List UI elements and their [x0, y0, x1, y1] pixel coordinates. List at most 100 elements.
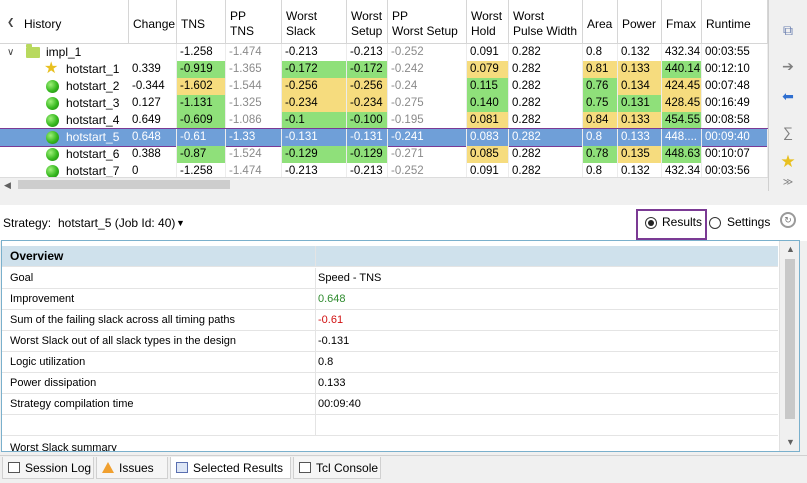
- arrow-left-icon[interactable]: ⬅: [777, 86, 799, 106]
- console-icon: [299, 462, 311, 473]
- column-header-worst-hold[interactable]: Worst Hold: [467, 0, 509, 44]
- history-row[interactable]: hotstart_2 -0.344 -1.602 -1.544 -0.256 -0.256…: [0, 78, 781, 95]
- cell-tns: -0.87: [177, 146, 226, 163]
- column-header-label: Slack: [286, 24, 316, 38]
- column-header-label: Runtime: [706, 17, 751, 31]
- cell-area: 0.78: [583, 146, 618, 163]
- tree-cell[interactable]: ★ hotstart_1: [0, 61, 129, 78]
- column-header-history[interactable]: History: [0, 0, 129, 44]
- overview-row: Logic utilization 0.8: [2, 352, 778, 373]
- cell-fmax: 440.14: [662, 61, 702, 78]
- scroll-up-icon[interactable]: ▲: [786, 242, 795, 256]
- column-header-tns[interactable]: TNS: [177, 0, 226, 44]
- scrollbar-thumb[interactable]: [18, 180, 230, 189]
- results-icon: [176, 462, 188, 473]
- cell-area: 0.81: [583, 61, 618, 78]
- tree-cell[interactable]: hotstart_7: [0, 163, 129, 177]
- settings-label[interactable]: Settings: [727, 215, 770, 229]
- chevron-left-icon[interactable]: ❮: [7, 17, 15, 28]
- scrollbar-thumb[interactable]: [785, 259, 795, 419]
- results-label[interactable]: Results: [662, 215, 702, 229]
- cell-fmax: 428.45: [662, 95, 702, 112]
- column-divider: [315, 394, 316, 415]
- expand-icon[interactable]: ≫: [777, 177, 799, 189]
- history-row[interactable]: hotstart_4 0.649 -0.609 -1.086 -0.1 -0.100 -0.…: [0, 112, 781, 129]
- cell-pp-worst-setup: -0.195: [388, 112, 467, 129]
- expand-toggle-icon[interactable]: ∨: [7, 44, 14, 61]
- column-header-runtime[interactable]: Runtime: [702, 0, 768, 44]
- cell-worst-hold: 0.115: [467, 78, 509, 95]
- column-header-change[interactable]: Change: [129, 0, 177, 44]
- column-header-pp-tns[interactable]: PP TNS: [226, 0, 282, 44]
- column-header-label: Worst Setup: [392, 24, 458, 38]
- column-header-label: Pulse Width: [513, 24, 578, 38]
- cell-power: 0.133: [618, 129, 662, 146]
- green-ball-icon: [46, 148, 59, 161]
- column-header-area[interactable]: Area: [583, 0, 618, 44]
- tab-label: Tcl Console: [316, 461, 379, 475]
- cell-worst-hold: 0.083: [467, 129, 509, 146]
- history-row[interactable]: ∨ impl_1 -1.258 -1.474 -0.213 -0.213 -0.252 0.0…: [0, 44, 781, 61]
- cell-fmax: 448.63: [662, 146, 702, 163]
- column-header-fmax[interactable]: Fmax: [662, 0, 702, 44]
- cell-worst-hold: 0.079: [467, 61, 509, 78]
- overview-row: Power dissipation 0.133: [2, 373, 778, 394]
- overview-value: -0.131: [318, 335, 350, 347]
- column-header-label: TNS: [230, 24, 254, 38]
- cell-power: 0.134: [618, 78, 662, 95]
- tree-cell[interactable]: hotstart_3: [0, 95, 129, 112]
- column-divider: [315, 373, 316, 394]
- overview-value: 00:09:40: [318, 398, 361, 410]
- history-row[interactable]: hotstart_7 0 -1.258 -1.474 -0.213 -0.213 -0.25…: [0, 163, 781, 177]
- column-header-worst-slack[interactable]: Worst Slack: [282, 0, 347, 44]
- column-header-pp-worst-setup[interactable]: PP Worst Setup: [388, 0, 467, 44]
- tree-cell[interactable]: hotstart_4: [0, 112, 129, 129]
- copy-icon[interactable]: ⧉: [777, 20, 799, 40]
- star-icon[interactable]: ★: [777, 152, 799, 172]
- history-row[interactable]: hotstart_6 0.388 -0.87 -1.524 -0.129 -0.129 -0…: [0, 146, 781, 163]
- scroll-left-icon[interactable]: ◀: [4, 178, 11, 192]
- arrow-right-icon[interactable]: ➔: [777, 56, 799, 76]
- cell-worst-setup: -0.172: [347, 61, 388, 78]
- report-icon[interactable]: ∑: [777, 122, 799, 142]
- history-row[interactable]: hotstart_5 0.648 -0.61 -1.33 -0.131 -0.131 -0.…: [0, 128, 781, 147]
- overview-key: Sum of the failing slack across all timi…: [10, 314, 235, 326]
- history-row[interactable]: hotstart_3 0.127 -1.131 -1.325 -0.234 -0.234-…: [0, 95, 781, 112]
- settings-radio[interactable]: [709, 217, 721, 229]
- column-header-label: Change: [133, 17, 176, 31]
- tree-cell[interactable]: ∨ impl_1: [0, 44, 129, 61]
- cell-pp-worst-setup: -0.241: [388, 129, 467, 146]
- history-row[interactable]: ★ hotstart_1 0.339 -0.919 -1.365 -0.172 -0.172…: [0, 61, 781, 78]
- run-name: hotstart_5: [66, 130, 120, 144]
- tab-label: Issues: [119, 461, 154, 475]
- column-header-power[interactable]: Power: [618, 0, 662, 44]
- column-header-label: Worst: [351, 9, 383, 23]
- tab-issues[interactable]: Issues: [96, 457, 168, 479]
- vertical-scrollbar[interactable]: ▲ ▼: [779, 241, 799, 451]
- scroll-down-icon[interactable]: ▼: [786, 435, 795, 449]
- horizontal-scrollbar[interactable]: ◀ ▶: [0, 177, 782, 191]
- tab-session-log[interactable]: Session Log: [2, 457, 94, 479]
- run-name: hotstart_6: [66, 147, 120, 161]
- green-ball-icon: [46, 131, 59, 144]
- history-grid[interactable]: History Change TNS PP TNS Worst Slack Worst Setu…: [0, 0, 782, 177]
- tab-tcl-console[interactable]: Tcl Console: [293, 457, 381, 479]
- run-name: hotstart_7: [66, 164, 120, 177]
- tree-cell[interactable]: hotstart_2: [0, 78, 129, 95]
- tree-cell[interactable]: hotstart_6: [0, 146, 129, 163]
- tab-selected-results[interactable]: Selected Results: [170, 457, 291, 479]
- results-radio[interactable]: [645, 217, 657, 229]
- column-header-worst-setup[interactable]: Worst Setup: [347, 0, 388, 44]
- cell-pp-worst-setup: -0.275: [388, 95, 467, 112]
- column-header-worst-pulse-width[interactable]: Worst Pulse Width: [509, 0, 583, 44]
- refresh-icon[interactable]: ↻: [780, 212, 796, 228]
- cell-fmax: 448....: [662, 129, 702, 146]
- cell-area: 0.8: [583, 129, 618, 146]
- star-icon: ★: [44, 61, 59, 77]
- tree-cell[interactable]: hotstart_5: [0, 129, 129, 146]
- cell-change: 0.649: [129, 112, 177, 129]
- cell-change: [129, 44, 177, 61]
- cell-pp-tns: -1.474: [226, 163, 282, 177]
- chevron-down-icon[interactable]: ▼: [176, 218, 185, 228]
- strategy-select[interactable]: hotstart_5 (Job Id: 40): [58, 216, 175, 230]
